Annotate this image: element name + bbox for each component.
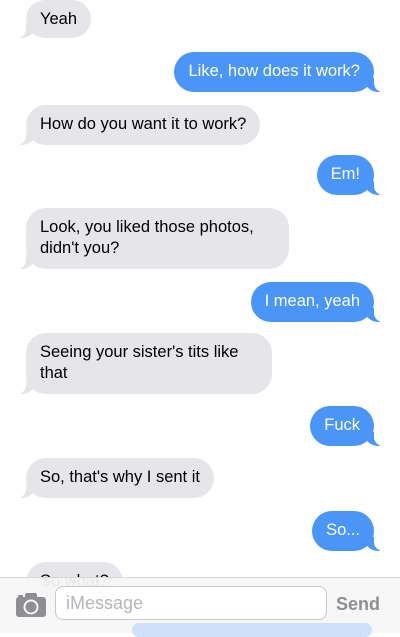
send-button[interactable]: Send	[336, 591, 380, 617]
message-bubble-incoming: Yeah	[11, 0, 92, 38]
message-bubble-outgoing: Like, how does it work?	[174, 52, 388, 92]
message-text: How do you want it to work?	[40, 115, 247, 133]
message-text: Yeah	[40, 10, 78, 28]
message-text: So...	[326, 521, 360, 539]
message-bubble-incoming: How do you want it to work?	[11, 105, 261, 145]
message-bubble-outgoing: So...	[312, 511, 388, 551]
camera-icon[interactable]	[15, 592, 47, 618]
message-text: Like, how does it work?	[188, 62, 360, 80]
message-bubble-outgoing: I mean, yeah	[250, 282, 389, 322]
message-text: So, that's why I sent it	[40, 468, 200, 486]
message-bubble-outgoing	[132, 623, 372, 637]
message-bubble-outgoing: Fuck	[310, 406, 388, 446]
message-bubble-incoming: Seeing your sister's tits like that	[12, 333, 272, 394]
message-bubble-outgoing: Em!	[316, 155, 389, 195]
message-text: Fuck	[324, 416, 360, 434]
message-text: Em!	[330, 165, 360, 183]
message-input[interactable]	[55, 586, 327, 620]
message-text: I mean, yeah	[264, 292, 360, 310]
message-thread: Yeah Like, how does it work? How do you …	[0, 0, 400, 633]
message-bubble-incoming: So, that's why I sent it	[12, 458, 214, 498]
message-bubble-incoming: Look, you liked those photos, didn't you…	[12, 208, 289, 269]
message-text: Seeing your sister's tits like that	[40, 343, 239, 382]
message-text: Look, you liked those photos, didn't you…	[40, 218, 254, 257]
